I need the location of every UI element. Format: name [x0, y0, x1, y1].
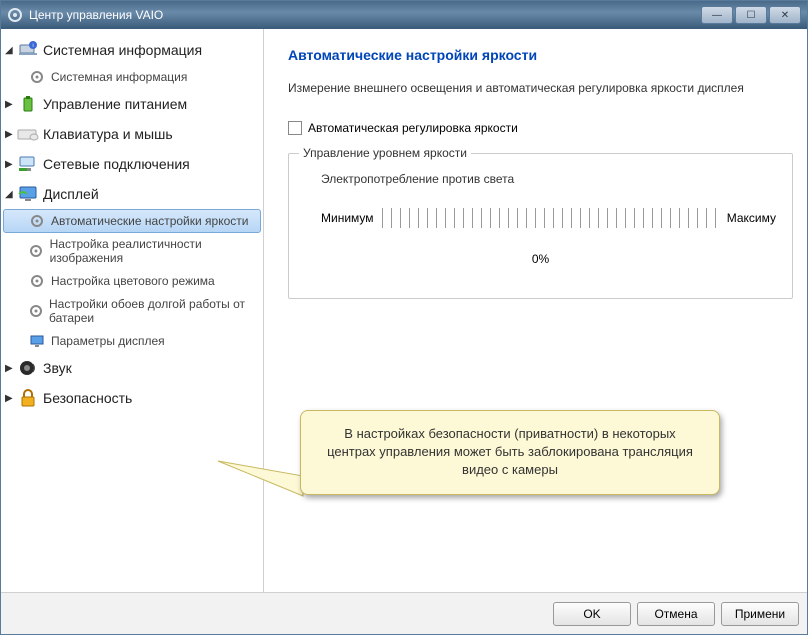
- sidebar-sub-brightness[interactable]: Автоматические настройки яркости: [3, 209, 261, 233]
- gear-icon: [29, 303, 43, 319]
- chevron-down-icon: ◢: [5, 189, 17, 200]
- sidebar-item-label: Дисплей: [43, 186, 99, 202]
- sidebar-item-display[interactable]: ◢ Дисплей: [3, 179, 261, 209]
- apply-button[interactable]: Примени: [721, 602, 799, 626]
- chevron-right-icon: ▶: [5, 363, 17, 374]
- gear-icon: [29, 213, 45, 229]
- chevron-right-icon: ▶: [5, 159, 17, 170]
- maximize-button[interactable]: ☐: [735, 6, 767, 24]
- slider-max-label: Максиму: [727, 211, 776, 225]
- monitor-icon: [17, 183, 39, 205]
- sidebar-sub-realistic[interactable]: Настройка реалистичности изображения: [3, 233, 261, 269]
- sidebar-sub-color[interactable]: Настройка цветового режима: [3, 269, 261, 293]
- sidebar-item-label: Клавиатура и мышь: [43, 126, 173, 142]
- sidebar-item-label: Системная информация: [51, 70, 187, 84]
- sidebar-item-sound[interactable]: ▶ Звук: [3, 353, 261, 383]
- sidebar-item-label: Параметры дисплея: [51, 334, 165, 348]
- gear-icon: [29, 273, 45, 289]
- sidebar-sub-wallpaper[interactable]: Настройки обоев долгой работы от батареи: [3, 293, 261, 329]
- lock-icon: [17, 387, 39, 409]
- sidebar-item-network[interactable]: ▶ Сетевые подключения: [3, 149, 261, 179]
- cancel-button[interactable]: Отмена: [637, 602, 715, 626]
- sidebar-item-label: Управление питанием: [43, 96, 187, 112]
- sidebar-item-label: Автоматические настройки яркости: [51, 214, 248, 228]
- sidebar-item-label: Настройки обоев долгой работы от батареи: [49, 297, 259, 325]
- section-title: Автоматические настройки яркости: [288, 47, 793, 63]
- slider-percent: 0%: [305, 252, 776, 266]
- sidebar-item-power[interactable]: ▶ Управление питанием: [3, 89, 261, 119]
- chevron-right-icon: ▶: [5, 393, 17, 404]
- callout-text: В настройках безопасности (приватности) …: [327, 426, 693, 477]
- sidebar-item-system-info[interactable]: ◢ i Системная информация: [3, 35, 261, 65]
- titlebar[interactable]: Центр управления VAIO — ☐ ✕: [1, 1, 807, 29]
- speaker-icon: [17, 357, 39, 379]
- app-window: Центр управления VAIO — ☐ ✕ ◢ i Системна…: [0, 0, 808, 635]
- sidebar-item-security[interactable]: ▶ Безопасность: [3, 383, 261, 413]
- gear-icon: [29, 69, 45, 85]
- slider-min-label: Минимум: [321, 211, 374, 225]
- monitor-icon: [29, 333, 45, 349]
- keyboard-icon: [17, 123, 39, 145]
- group-title: Управление уровнем яркости: [299, 146, 471, 160]
- chevron-down-icon: ◢: [5, 45, 17, 56]
- section-description: Измерение внешнего освещения и автоматич…: [288, 81, 793, 95]
- sidebar-item-label: Настройка реалистичности изображения: [50, 237, 259, 265]
- sidebar-item-keyboard[interactable]: ▶ Клавиатура и мышь: [3, 119, 261, 149]
- power-vs-light-label: Электропотребление против света: [305, 172, 776, 186]
- brightness-slider[interactable]: [382, 208, 719, 228]
- sidebar-sub-system-info[interactable]: Системная информация: [3, 65, 261, 89]
- sidebar: ◢ i Системная информация Системная инфор…: [1, 29, 264, 592]
- minimize-button[interactable]: —: [701, 6, 733, 24]
- annotation-callout: В настройках безопасности (приватности) …: [300, 410, 720, 495]
- ok-button[interactable]: OK: [553, 602, 631, 626]
- laptop-icon: i: [17, 39, 39, 61]
- sidebar-item-label: Системная информация: [43, 42, 202, 58]
- close-button[interactable]: ✕: [769, 6, 801, 24]
- app-icon: [7, 7, 23, 23]
- checkbox[interactable]: [288, 121, 302, 135]
- svg-text:i: i: [32, 43, 33, 49]
- checkbox-label: Автоматическая регулировка яркости: [308, 121, 518, 135]
- brightness-group: Управление уровнем яркости Электропотреб…: [288, 153, 793, 299]
- sidebar-sub-display-params[interactable]: Параметры дисплея: [3, 329, 261, 353]
- window-title: Центр управления VAIO: [29, 8, 163, 22]
- chevron-right-icon: ▶: [5, 129, 17, 140]
- network-icon: [17, 153, 39, 175]
- button-bar: OK Отмена Примени: [1, 592, 807, 634]
- sidebar-item-label: Безопасность: [43, 390, 132, 406]
- chevron-right-icon: ▶: [5, 99, 17, 110]
- main-panel: Автоматические настройки яркости Измерен…: [264, 29, 807, 592]
- sidebar-item-label: Настройка цветового режима: [51, 274, 215, 288]
- gear-icon: [29, 243, 44, 259]
- sidebar-item-label: Сетевые подключения: [43, 156, 190, 172]
- auto-brightness-checkbox-row[interactable]: Автоматическая регулировка яркости: [288, 121, 793, 135]
- sidebar-item-label: Звук: [43, 360, 72, 376]
- battery-icon: [17, 93, 39, 115]
